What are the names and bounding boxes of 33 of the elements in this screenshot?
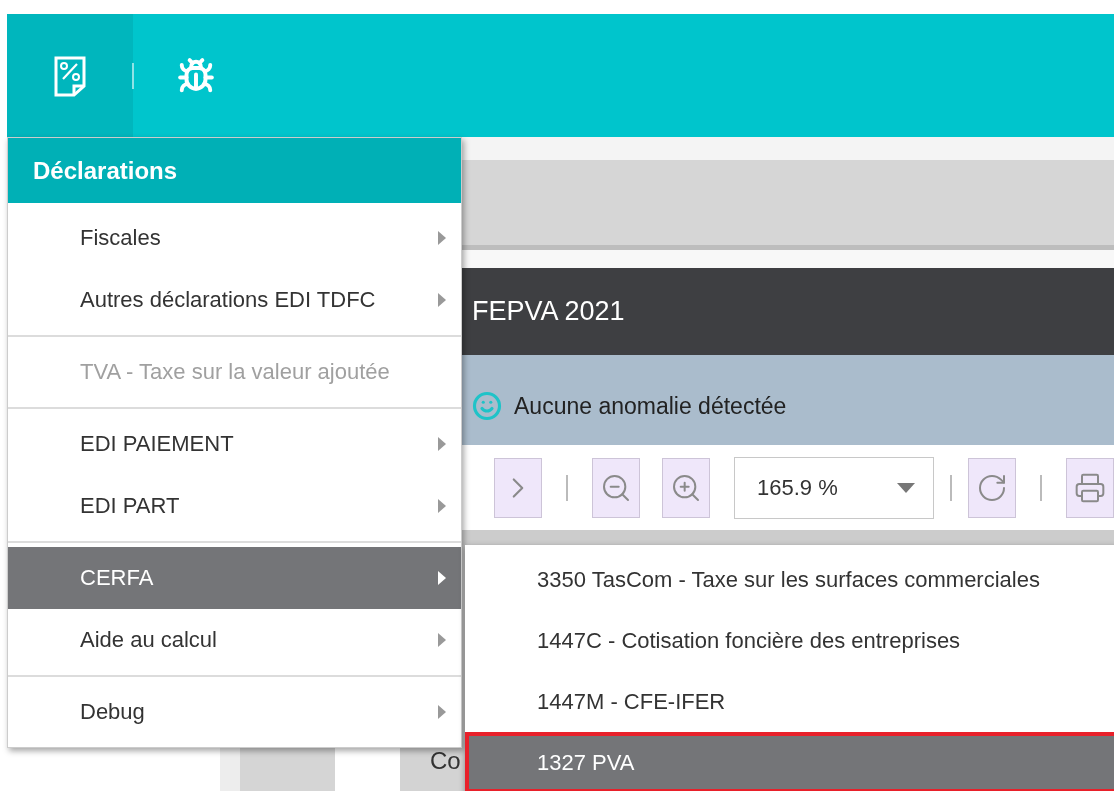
submenu-arrow-icon (437, 292, 447, 308)
print-button[interactable] (1066, 457, 1114, 518)
submenu-arrow-icon (437, 570, 447, 586)
submenu-arrow-icon (437, 230, 447, 246)
zoom-out-button[interactable] (592, 457, 640, 518)
menu-item[interactable]: 1447C - Cotisation foncière des entreprises (465, 610, 1114, 671)
status-message: Aucune anomalie détectée (514, 392, 787, 420)
menu-item[interactable]: 1327 PVA (465, 732, 1114, 791)
menu-item[interactable]: 1447M - CFE-IFER (465, 671, 1114, 732)
smiley-icon (472, 391, 502, 421)
menu-item[interactable]: 3350 TasCom - Taxe sur les surfaces commerciales (465, 549, 1114, 610)
submenu-arrow-icon (437, 436, 447, 452)
bug-icon (177, 56, 215, 95)
menu-item[interactable]: EDI PAIEMENT (8, 413, 461, 475)
menu-item[interactable]: Autres déclarations EDI TDFC (8, 269, 461, 331)
menu-item[interactable]: Debug (8, 681, 461, 743)
submenu-arrow-icon (437, 632, 447, 648)
caret-icon (897, 482, 915, 493)
table-header: Co (430, 747, 461, 774)
menu-item[interactable]: Fiscales (8, 207, 461, 269)
document-title: FEPVA 2021 (472, 296, 625, 327)
menu-item[interactable]: CERFA (8, 547, 461, 609)
toolbar-tab[interactable] (7, 14, 133, 137)
menu-title: Déclarations (8, 138, 461, 203)
printer-icon (1074, 471, 1106, 504)
zoom-dropdown[interactable]: 165.9 % (734, 456, 934, 519)
menu-item[interactable]: EDI PART (8, 475, 461, 537)
submenu-arrow-icon (437, 498, 447, 514)
refresh-button[interactable] (968, 457, 1016, 518)
menu-item[interactable]: Aide au calcul (8, 609, 461, 671)
zoom-in-button[interactable] (662, 457, 710, 518)
percent-document-icon (53, 54, 87, 97)
submenu-arrow-icon (437, 704, 447, 720)
